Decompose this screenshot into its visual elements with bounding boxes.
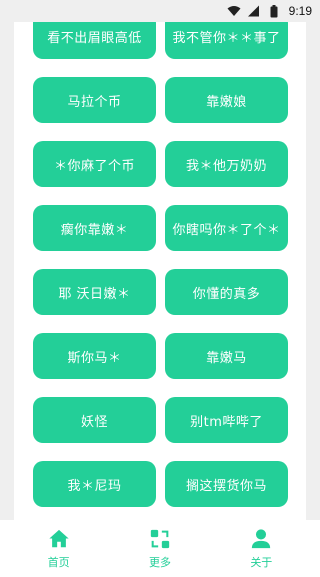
phrase-button[interactable]: 我＊尼玛: [33, 461, 156, 507]
button-grid: 看不出眉眼高低 我不管你＊＊事了 马拉个币 靠嫩娘 ＊你麻了个币 我＊他万奶奶 …: [33, 13, 288, 507]
nav-home[interactable]: 首页: [19, 528, 99, 570]
signal-icon: [247, 5, 261, 17]
phrase-button[interactable]: 搁这摆货你马: [165, 461, 288, 507]
phrase-button[interactable]: 马拉个币: [33, 77, 156, 123]
phrase-button[interactable]: 靠嫩马: [165, 333, 288, 379]
phrase-button[interactable]: 你懂的真多: [165, 269, 288, 315]
battery-icon: [267, 4, 281, 17]
content-panel: 看不出眉眼高低 我不管你＊＊事了 马拉个币 靠嫩娘 ＊你麻了个币 我＊他万奶奶 …: [14, 0, 306, 520]
phrase-button[interactable]: ＊你麻了个币: [33, 141, 156, 187]
nav-about[interactable]: 关于: [221, 528, 301, 570]
phrase-button[interactable]: 妖怪: [33, 397, 156, 443]
phrase-button[interactable]: 耶 沃日嫩＊: [33, 269, 156, 315]
home-icon: [49, 529, 69, 547]
bottom-nav: 首页 更多 关于: [0, 520, 320, 577]
nav-more[interactable]: 更多: [120, 528, 200, 570]
wifi-icon: [227, 5, 241, 17]
phrase-button[interactable]: 靠嫩娘: [165, 77, 288, 123]
phrase-button[interactable]: 瘸你靠嫩＊: [33, 205, 156, 251]
nav-home-label: 首页: [47, 555, 70, 569]
more-icon: [150, 529, 170, 548]
clock: 9:19: [288, 4, 312, 18]
phrase-button[interactable]: 斯你马＊: [33, 333, 156, 379]
phrase-button[interactable]: 别tm哔哔了: [165, 397, 288, 443]
nav-more-label: 更多: [148, 555, 171, 569]
phrase-button[interactable]: 你瞎吗你＊了个＊: [165, 205, 288, 251]
status-bar: 9:19: [0, 0, 320, 22]
nav-about-label: 关于: [250, 555, 273, 569]
phrase-button[interactable]: 我＊他万奶奶: [165, 141, 288, 187]
user-icon: [252, 528, 271, 548]
